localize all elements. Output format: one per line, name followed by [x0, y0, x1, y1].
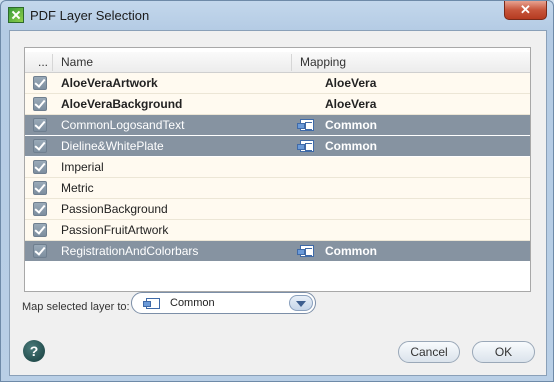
- layer-mapping-icon: [297, 245, 314, 257]
- layer-checkbox[interactable]: [33, 160, 47, 174]
- layer-name: Imperial: [61, 160, 104, 174]
- layer-mapping-icon: [297, 140, 314, 152]
- layer-name: Metric: [61, 181, 94, 195]
- layer-grid: ... Name Mapping AloeVeraArtwork AloeVer…: [24, 47, 531, 292]
- dropdown-value: Common: [170, 297, 215, 309]
- layer-row[interactable]: PassionBackground: [25, 199, 530, 220]
- layer-name: AloeVeraArtwork: [61, 76, 158, 90]
- layer-name: RegistrationAndColorbars: [61, 244, 199, 258]
- window-title: PDF Layer Selection: [30, 8, 150, 23]
- layer-mapping: AloeVera: [325, 76, 377, 90]
- layer-checkbox[interactable]: [33, 97, 47, 111]
- layer-row[interactable]: Imperial: [25, 157, 530, 178]
- layer-mapping-icon: [297, 119, 314, 131]
- layer-mapping: Common: [325, 139, 377, 153]
- layer-checkbox[interactable]: [33, 244, 47, 258]
- map-layer-dropdown[interactable]: Common: [131, 292, 316, 314]
- help-icon[interactable]: ?: [23, 340, 45, 362]
- dialog-window: PDF Layer Selection ✕ ... Name Mapping A…: [0, 0, 554, 382]
- layer-checkbox[interactable]: [33, 223, 47, 237]
- layer-row[interactable]: Dieline&WhitePlate Common: [25, 136, 530, 157]
- layer-name: AloeVeraBackground: [61, 97, 183, 111]
- dialog-content: ... Name Mapping AloeVeraArtwork AloeVer…: [9, 30, 547, 376]
- layer-row[interactable]: Metric: [25, 178, 530, 199]
- layer-mapping: AloeVera: [325, 97, 377, 111]
- title-bar[interactable]: PDF Layer Selection ✕: [1, 1, 553, 29]
- column-header-check[interactable]: ...: [38, 52, 48, 72]
- layer-checkbox[interactable]: [33, 118, 47, 132]
- layer-mapping-icon: [143, 298, 160, 309]
- chevron-down-icon[interactable]: [289, 295, 313, 311]
- layer-row[interactable]: CommonLogosandText Common: [25, 115, 530, 136]
- close-button[interactable]: ✕: [504, 1, 547, 20]
- column-header-name[interactable]: Name: [61, 52, 93, 72]
- app-icon: [8, 7, 24, 23]
- cancel-button[interactable]: Cancel: [398, 341, 460, 363]
- layer-mapping: Common: [325, 244, 377, 258]
- layer-row[interactable]: AloeVeraArtwork AloeVera: [25, 73, 530, 94]
- layer-checkbox[interactable]: [33, 181, 47, 195]
- map-layer-label: Map selected layer to:: [22, 301, 130, 313]
- layer-checkbox[interactable]: [33, 202, 47, 216]
- layer-name: PassionFruitArtwork: [61, 223, 169, 237]
- layer-row[interactable]: AloeVeraBackground AloeVera: [25, 94, 530, 115]
- column-header-mapping[interactable]: Mapping: [300, 52, 346, 72]
- grid-header: ... Name Mapping: [25, 52, 530, 73]
- layer-name: CommonLogosandText: [61, 118, 185, 132]
- layer-row[interactable]: RegistrationAndColorbars Common: [25, 241, 530, 262]
- ok-button[interactable]: OK: [472, 341, 535, 363]
- layer-mapping: Common: [325, 118, 377, 132]
- layer-row[interactable]: PassionFruitArtwork: [25, 220, 530, 241]
- layer-name: PassionBackground: [61, 202, 168, 216]
- layer-checkbox[interactable]: [33, 139, 47, 153]
- layer-name: Dieline&WhitePlate: [61, 139, 164, 153]
- layer-checkbox[interactable]: [33, 76, 47, 90]
